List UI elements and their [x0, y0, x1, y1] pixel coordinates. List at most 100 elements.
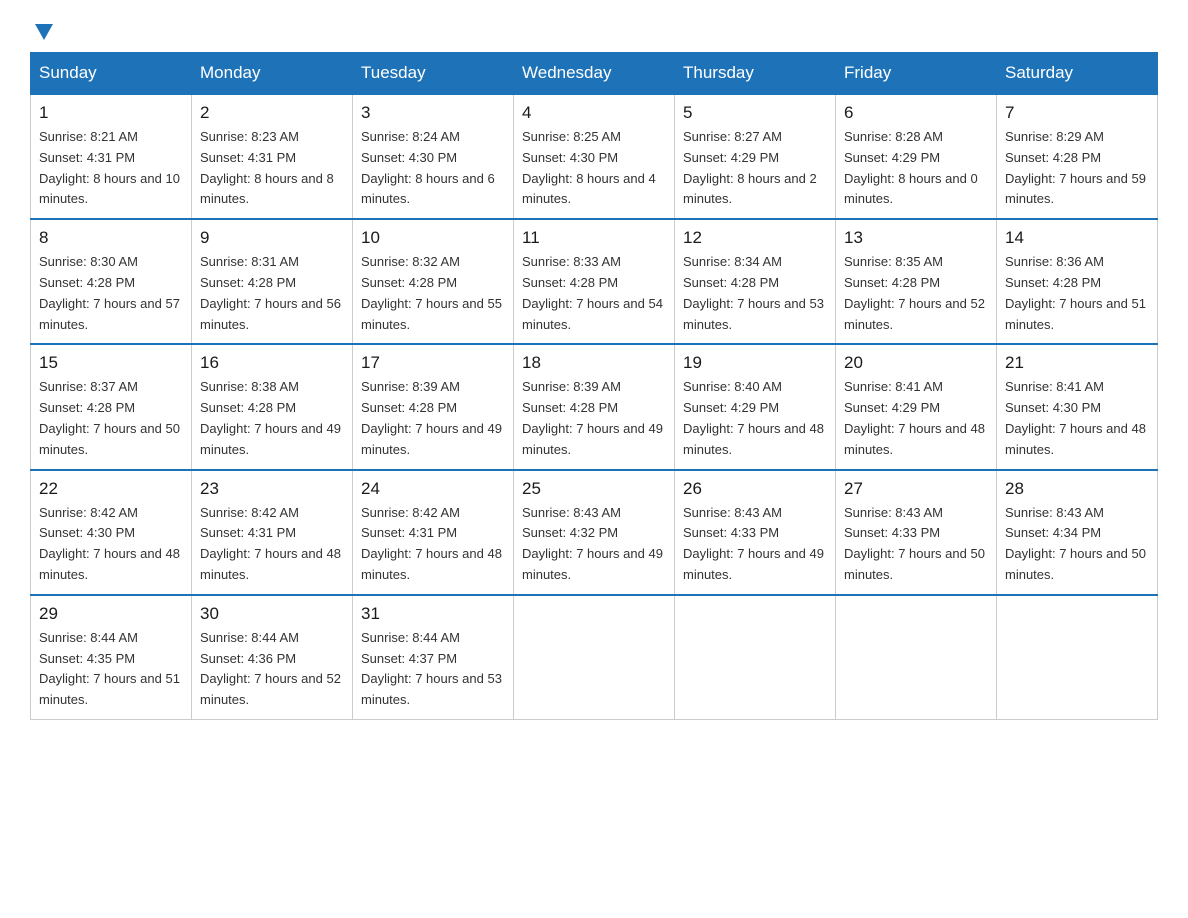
calendar-cell	[836, 595, 997, 720]
calendar-cell: 13 Sunrise: 8:35 AMSunset: 4:28 PMDayligh…	[836, 219, 997, 344]
day-number: 16	[200, 353, 344, 373]
day-number: 20	[844, 353, 988, 373]
calendar-cell: 9 Sunrise: 8:31 AMSunset: 4:28 PMDaylight…	[192, 219, 353, 344]
day-number: 12	[683, 228, 827, 248]
day-number: 23	[200, 479, 344, 499]
calendar-header-monday: Monday	[192, 53, 353, 95]
day-info: Sunrise: 8:39 AMSunset: 4:28 PMDaylight:…	[361, 377, 505, 460]
day-info: Sunrise: 8:21 AMSunset: 4:31 PMDaylight:…	[39, 127, 183, 210]
day-number: 15	[39, 353, 183, 373]
calendar-cell: 24 Sunrise: 8:42 AMSunset: 4:31 PMDayligh…	[353, 470, 514, 595]
calendar-cell: 29 Sunrise: 8:44 AMSunset: 4:35 PMDayligh…	[31, 595, 192, 720]
day-info: Sunrise: 8:40 AMSunset: 4:29 PMDaylight:…	[683, 377, 827, 460]
calendar-cell: 17 Sunrise: 8:39 AMSunset: 4:28 PMDayligh…	[353, 344, 514, 469]
calendar-cell: 11 Sunrise: 8:33 AMSunset: 4:28 PMDayligh…	[514, 219, 675, 344]
calendar-cell: 6 Sunrise: 8:28 AMSunset: 4:29 PMDaylight…	[836, 94, 997, 219]
day-number: 26	[683, 479, 827, 499]
day-number: 9	[200, 228, 344, 248]
calendar-cell: 19Sunrise: 8:40 AMSunset: 4:29 PMDayligh…	[675, 344, 836, 469]
day-info: Sunrise: 8:43 AMSunset: 4:32 PMDaylight:…	[522, 503, 666, 586]
day-number: 24	[361, 479, 505, 499]
calendar-week-row: 8 Sunrise: 8:30 AMSunset: 4:28 PMDaylight…	[31, 219, 1158, 344]
day-info: Sunrise: 8:30 AMSunset: 4:28 PMDaylight:…	[39, 252, 183, 335]
day-info: Sunrise: 8:37 AMSunset: 4:28 PMDaylight:…	[39, 377, 183, 460]
day-info: Sunrise: 8:31 AMSunset: 4:28 PMDaylight:…	[200, 252, 344, 335]
calendar-header-tuesday: Tuesday	[353, 53, 514, 95]
calendar-cell: 21Sunrise: 8:41 AMSunset: 4:30 PMDayligh…	[997, 344, 1158, 469]
calendar-cell	[997, 595, 1158, 720]
calendar-week-row: 15 Sunrise: 8:37 AMSunset: 4:28 PMDayligh…	[31, 344, 1158, 469]
day-number: 27	[844, 479, 988, 499]
calendar-cell: 4 Sunrise: 8:25 AMSunset: 4:30 PMDaylight…	[514, 94, 675, 219]
day-number: 1	[39, 103, 183, 123]
calendar-cell: 3 Sunrise: 8:24 AMSunset: 4:30 PMDaylight…	[353, 94, 514, 219]
day-info: Sunrise: 8:43 AMSunset: 4:33 PMDaylight:…	[683, 503, 827, 586]
calendar-header-row: SundayMondayTuesdayWednesdayThursdayFrid…	[31, 53, 1158, 95]
day-info: Sunrise: 8:43 AMSunset: 4:34 PMDaylight:…	[1005, 503, 1149, 586]
day-info: Sunrise: 8:38 AMSunset: 4:28 PMDaylight:…	[200, 377, 344, 460]
day-info: Sunrise: 8:23 AMSunset: 4:31 PMDaylight:…	[200, 127, 344, 210]
calendar-cell: 27 Sunrise: 8:43 AMSunset: 4:33 PMDayligh…	[836, 470, 997, 595]
day-number: 29	[39, 604, 183, 624]
day-number: 8	[39, 228, 183, 248]
day-info: Sunrise: 8:28 AMSunset: 4:29 PMDaylight:…	[844, 127, 988, 210]
calendar-cell: 8 Sunrise: 8:30 AMSunset: 4:28 PMDaylight…	[31, 219, 192, 344]
calendar-header-thursday: Thursday	[675, 53, 836, 95]
day-info: Sunrise: 8:44 AMSunset: 4:35 PMDaylight:…	[39, 628, 183, 711]
day-number: 11	[522, 228, 666, 248]
calendar-header-wednesday: Wednesday	[514, 53, 675, 95]
day-info: Sunrise: 8:29 AMSunset: 4:28 PMDaylight:…	[1005, 127, 1149, 210]
day-number: 6	[844, 103, 988, 123]
day-number: 14	[1005, 228, 1149, 248]
day-number: 30	[200, 604, 344, 624]
day-info: Sunrise: 8:44 AMSunset: 4:37 PMDaylight:…	[361, 628, 505, 711]
day-info: Sunrise: 8:25 AMSunset: 4:30 PMDaylight:…	[522, 127, 666, 210]
day-info: Sunrise: 8:33 AMSunset: 4:28 PMDaylight:…	[522, 252, 666, 335]
day-info: Sunrise: 8:24 AMSunset: 4:30 PMDaylight:…	[361, 127, 505, 210]
calendar-week-row: 1 Sunrise: 8:21 AMSunset: 4:31 PMDaylight…	[31, 94, 1158, 219]
day-number: 28	[1005, 479, 1149, 499]
day-info: Sunrise: 8:41 AMSunset: 4:29 PMDaylight:…	[844, 377, 988, 460]
day-info: Sunrise: 8:36 AMSunset: 4:28 PMDaylight:…	[1005, 252, 1149, 335]
calendar-cell: 20 Sunrise: 8:41 AMSunset: 4:29 PMDayligh…	[836, 344, 997, 469]
day-number: 25	[522, 479, 666, 499]
calendar-cell: 15 Sunrise: 8:37 AMSunset: 4:28 PMDayligh…	[31, 344, 192, 469]
calendar-week-row: 22 Sunrise: 8:42 AMSunset: 4:30 PMDayligh…	[31, 470, 1158, 595]
calendar-cell: 14 Sunrise: 8:36 AMSunset: 4:28 PMDayligh…	[997, 219, 1158, 344]
day-number: 18	[522, 353, 666, 373]
calendar-cell	[675, 595, 836, 720]
calendar-cell: 2 Sunrise: 8:23 AMSunset: 4:31 PMDaylight…	[192, 94, 353, 219]
day-info: Sunrise: 8:42 AMSunset: 4:31 PMDaylight:…	[361, 503, 505, 586]
calendar-cell: 26 Sunrise: 8:43 AMSunset: 4:33 PMDayligh…	[675, 470, 836, 595]
day-info: Sunrise: 8:35 AMSunset: 4:28 PMDaylight:…	[844, 252, 988, 335]
calendar-cell: 10Sunrise: 8:32 AMSunset: 4:28 PMDayligh…	[353, 219, 514, 344]
day-number: 13	[844, 228, 988, 248]
day-info: Sunrise: 8:32 AMSunset: 4:28 PMDaylight:…	[361, 252, 505, 335]
day-info: Sunrise: 8:42 AMSunset: 4:31 PMDaylight:…	[200, 503, 344, 586]
day-info: Sunrise: 8:39 AMSunset: 4:28 PMDaylight:…	[522, 377, 666, 460]
day-number: 7	[1005, 103, 1149, 123]
day-number: 4	[522, 103, 666, 123]
calendar-cell: 16 Sunrise: 8:38 AMSunset: 4:28 PMDayligh…	[192, 344, 353, 469]
page-header	[30, 20, 1158, 42]
day-number: 3	[361, 103, 505, 123]
logo	[30, 20, 55, 42]
calendar-cell: 28 Sunrise: 8:43 AMSunset: 4:34 PMDayligh…	[997, 470, 1158, 595]
day-number: 22	[39, 479, 183, 499]
day-number: 17	[361, 353, 505, 373]
calendar-cell	[514, 595, 675, 720]
calendar-header-saturday: Saturday	[997, 53, 1158, 95]
calendar-cell: 25 Sunrise: 8:43 AMSunset: 4:32 PMDayligh…	[514, 470, 675, 595]
calendar-cell: 18 Sunrise: 8:39 AMSunset: 4:28 PMDayligh…	[514, 344, 675, 469]
calendar-week-row: 29 Sunrise: 8:44 AMSunset: 4:35 PMDayligh…	[31, 595, 1158, 720]
calendar-cell: 31 Sunrise: 8:44 AMSunset: 4:37 PMDayligh…	[353, 595, 514, 720]
calendar-cell: 1 Sunrise: 8:21 AMSunset: 4:31 PMDaylight…	[31, 94, 192, 219]
day-number: 21	[1005, 353, 1149, 373]
day-number: 31	[361, 604, 505, 624]
day-info: Sunrise: 8:27 AMSunset: 4:29 PMDaylight:…	[683, 127, 827, 210]
day-info: Sunrise: 8:42 AMSunset: 4:30 PMDaylight:…	[39, 503, 183, 586]
day-number: 5	[683, 103, 827, 123]
calendar-header-friday: Friday	[836, 53, 997, 95]
day-info: Sunrise: 8:43 AMSunset: 4:33 PMDaylight:…	[844, 503, 988, 586]
day-number: 2	[200, 103, 344, 123]
